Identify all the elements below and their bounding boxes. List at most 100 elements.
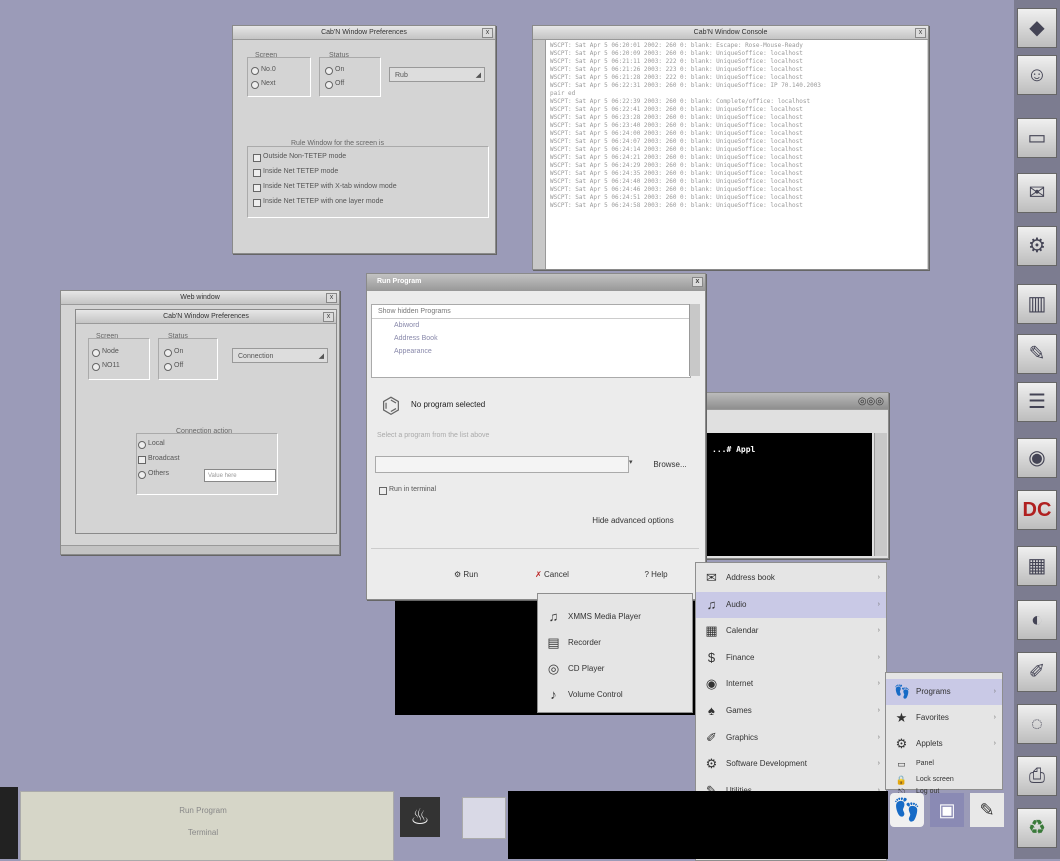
menu-item-address-book[interactable]: ✉ Address book › [696, 565, 886, 591]
rule-check-3[interactable]: Inside Net TETEP with one layer mode [253, 198, 383, 207]
terminal-window-controls[interactable]: ◎◎◎ [858, 395, 884, 408]
main-menu-item-favorites[interactable]: ★ Favorites › [886, 705, 1002, 731]
help-label: Help [651, 570, 668, 579]
mode-dropdown[interactable]: Rub ◢ [389, 67, 485, 82]
close-icon[interactable]: x [482, 28, 493, 38]
menu-item-calendar[interactable]: ▦ Calendar › [696, 618, 886, 644]
close-icon[interactable]: x [692, 277, 703, 287]
launcher-icon[interactable]: ✎ [970, 793, 1004, 827]
dock-monitor-icon[interactable]: ◌ [1017, 704, 1057, 744]
dock-tools-icon[interactable]: ⚙ [1017, 226, 1057, 266]
preferences-titlebar[interactable]: Cab'N Window Preferences x [233, 26, 495, 40]
dock-mail-icon[interactable]: ✉ [1017, 173, 1057, 213]
web-status-radio-on[interactable]: On [164, 348, 183, 357]
run-button[interactable]: ⚙ Run [433, 564, 499, 585]
console-scrollbar[interactable] [533, 40, 546, 269]
screen-icon[interactable]: ▣ [930, 793, 964, 827]
terminal-titlebar[interactable]: ◎◎◎ [706, 393, 888, 410]
console-titlebar[interactable]: Cab'N Window Console x [533, 26, 928, 40]
menu-item-finance[interactable]: $ Finance › [696, 645, 886, 671]
web-screen-radio-1[interactable]: NO11 [92, 362, 120, 371]
taskbar-applet-icon[interactable]: ♨ [400, 797, 440, 837]
rule-check-2[interactable]: Inside Net TETEP with X-tab window mode [253, 183, 397, 192]
run-program-title: Run Program [377, 278, 422, 285]
menu-item-internet[interactable]: ◉ Internet › [696, 671, 886, 697]
hide-advanced-button[interactable]: Hide advanced options [565, 510, 701, 531]
submenu-arrow-icon: › [993, 714, 996, 721]
connection-dropdown[interactable]: Connection ◢ [232, 348, 328, 363]
menu-item-development[interactable]: ⚙ Software Development › [696, 751, 886, 777]
dock-globe-icon[interactable]: ◉ [1017, 438, 1057, 478]
dock-recycle-icon[interactable]: ♻ [1017, 808, 1057, 848]
web-screen-radio-0[interactable]: Node [92, 348, 119, 357]
main-menu-item-applets[interactable]: ⚙ Applets › [886, 731, 1002, 757]
menu-item-games[interactable]: ♠ Games › [696, 698, 886, 724]
command-dropdown-arrow[interactable]: ▾ [629, 458, 633, 466]
rule-check-1[interactable]: Inside Net TETEP mode [253, 168, 338, 177]
dock-list-icon[interactable]: ☰ [1017, 382, 1057, 422]
main-menu-item-panel[interactable]: ▭ Panel [886, 757, 1002, 771]
web-window-titlebar[interactable]: Web window x [61, 291, 339, 305]
program-list-item[interactable]: Address Book [372, 332, 690, 345]
dock-gnome-icon[interactable]: ☺ [1017, 55, 1057, 95]
menu-item-cd-player[interactable]: ◎ CD Player [538, 656, 692, 682]
run-program-titlebar[interactable]: Run Program x [367, 274, 705, 291]
console-log: WSCPT: Sat Apr 5 06:20:01 2002: 260 0: b… [546, 40, 927, 269]
program-list-item[interactable]: Appearance [372, 345, 690, 358]
task-run-program[interactable]: Run Program [33, 802, 373, 820]
submenu-arrow-icon: › [877, 653, 880, 661]
menu-item-label: Games [726, 706, 752, 715]
console-line: WSCPT: Sat Apr 5 06:21:11 2003: 222 0: b… [550, 58, 803, 65]
terminal-screen[interactable]: ...# Appl [706, 433, 872, 556]
taskbar-left-handle[interactable] [0, 787, 18, 859]
menu-item-audio[interactable]: ♫ Audio › [696, 591, 886, 618]
dialog-separator [371, 548, 699, 549]
foot-menu-icon[interactable]: 👣 [890, 793, 924, 827]
dock-printer-icon[interactable]: ⎙ [1017, 756, 1057, 796]
web-prefs-titlebar[interactable]: Cab'N Window Preferences x [76, 310, 336, 324]
dock-window-icon[interactable]: ▭ [1017, 118, 1057, 158]
hint-label: Select a program from the list above [377, 432, 490, 439]
dock-screen-icon[interactable]: ▦ [1017, 546, 1057, 586]
others-input[interactable]: Value here [204, 469, 276, 482]
status-radio-on[interactable]: On [325, 66, 344, 75]
close-icon[interactable]: x [326, 293, 337, 303]
browse-button[interactable]: Browse... [641, 454, 699, 475]
chevron-down-icon: ◢ [475, 72, 481, 79]
screen-radio-1[interactable]: Next [251, 80, 275, 89]
menu-item-graphics[interactable]: ✐ Graphics › [696, 725, 886, 751]
close-icon[interactable]: x [915, 28, 926, 38]
dock-paint-icon[interactable]: ✐ [1017, 652, 1057, 692]
web-status-radio-off[interactable]: Off [164, 362, 183, 371]
conn-check-broadcast[interactable]: Broadcast [138, 455, 180, 464]
run-in-terminal-check[interactable]: Run in terminal [379, 486, 436, 495]
pager[interactable] [462, 797, 506, 839]
terminal-scrollbar[interactable] [874, 433, 887, 556]
main-menu-item-programs[interactable]: 👣 Programs › [886, 679, 1002, 705]
dock-dc-icon[interactable]: DC [1017, 490, 1057, 530]
dock-books-icon[interactable]: ▥ [1017, 284, 1057, 324]
command-input[interactable] [375, 456, 629, 473]
status-radio-off[interactable]: Off [325, 80, 344, 89]
web-window-hscroll[interactable] [61, 545, 339, 554]
program-list-scrollbar[interactable] [689, 304, 700, 376]
menu-item-volume[interactable]: ♪ Volume Control [538, 682, 692, 708]
dock-palette-icon[interactable]: ◐ [1017, 600, 1057, 640]
close-icon[interactable]: x [323, 312, 334, 322]
program-list-item[interactable]: Abiword [372, 319, 690, 332]
menu-item-xmms[interactable]: ♫ XMMS Media Player [538, 604, 692, 630]
conn-radio-local[interactable]: Local [138, 440, 165, 449]
screen-radio-0[interactable]: No.0 [251, 66, 276, 75]
conn-radio-others[interactable]: Others [138, 470, 169, 479]
task-terminal[interactable]: Terminal [33, 824, 373, 842]
program-list[interactable]: Show hidden Programs Abiword Address Boo… [371, 304, 691, 378]
web-status-group [158, 338, 218, 380]
audio-submenu: ♫ XMMS Media Player ▤ Recorder ◎ CD Player … [537, 593, 693, 713]
menu-item-recorder[interactable]: ▤ Recorder [538, 630, 692, 656]
console-line: WSCPT: Sat Apr 5 06:23:28 2003: 260 0: b… [550, 114, 803, 121]
help-button[interactable]: ? Help [623, 564, 689, 585]
cancel-button[interactable]: ✗ Cancel [519, 564, 585, 585]
dock-gimp-icon[interactable]: ◆ [1017, 8, 1057, 48]
dock-editor-icon[interactable]: ✎ [1017, 334, 1057, 374]
rule-check-0[interactable]: Outside Non-TETEP mode [253, 153, 346, 162]
